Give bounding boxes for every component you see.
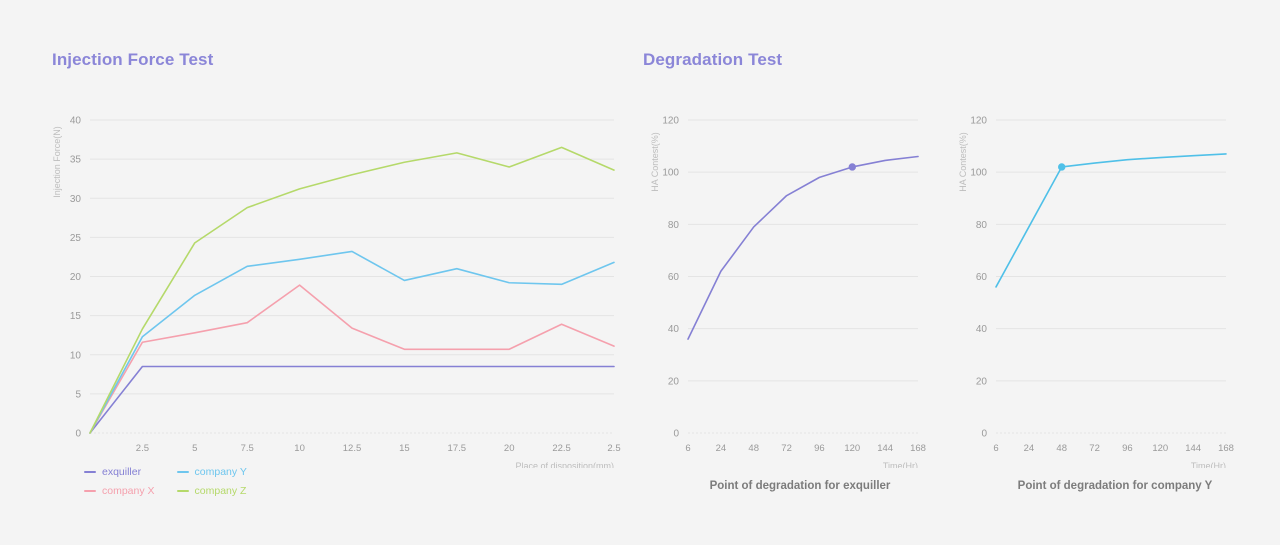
y-tick-label: 30 [70, 194, 82, 205]
panel-injection-force-test: Injection Force Test [52, 50, 213, 70]
x-tick-label: 20 [504, 443, 515, 454]
series-line-exquiller [89, 365, 615, 434]
caption-degradation-exquiller: Point of degradation for exquiller [709, 480, 891, 492]
y-tick-label: 100 [662, 168, 679, 179]
chart-injection-force-test: 0 5 10 15 20 25 30 35 40 Injection Force(N) 2.5 5 7.… [48, 108, 628, 469]
x-tick-label: 10 [294, 443, 305, 454]
y-tick-label: 120 [662, 116, 679, 127]
chart-canvas-degradation-company-y: 020406080100120HA Contest(%)6 24 48 72 96 120… [958, 116, 1234, 469]
legend-label-company-y: company Y [194, 466, 247, 478]
legend-item-exquiller[interactable]: exquiller [84, 466, 155, 478]
series-line-company-z [89, 146, 615, 434]
x-axis-title: Time(Hr) [1191, 461, 1226, 468]
x-tick-label: 144 [1185, 443, 1201, 454]
data-point-marker[interactable] [1058, 163, 1066, 171]
panel-title-injection-force-test: Injection Force Test [52, 50, 214, 69]
x-tick-label: 168 [1218, 443, 1234, 454]
x-tick-label: 2.5 [136, 443, 149, 454]
y-tick-label: 80 [976, 220, 988, 231]
y-tick-label: 35 [70, 155, 82, 166]
caption-degradation-company-y: Point of degradation for company Y [1017, 480, 1213, 492]
x-tick-label: 2.5 [607, 443, 620, 454]
y-tick-label: 20 [668, 376, 680, 387]
y-tick-label: 15 [70, 311, 82, 322]
panel-degradation-test: Degradation Test [643, 50, 782, 70]
x-tick-label: 5 [192, 443, 197, 454]
y-tick-label: 5 [75, 389, 81, 400]
x-tick-label: 12.5 [343, 443, 362, 454]
y-tick-label: 0 [75, 429, 81, 440]
legend-swatch-exquiller [84, 471, 96, 473]
y-tick-label: 40 [70, 116, 82, 127]
x-tick-label: 120 [844, 443, 860, 454]
legend-injection-force-test: exquiller company Y company X company Z [84, 466, 247, 497]
y-tick-label: 60 [668, 272, 680, 283]
x-tick-label: 120 [1152, 443, 1168, 454]
chart-canvas-injection-force: 0 5 10 15 20 25 30 35 40 Injection Force(N) 2.5 5 7.… [52, 116, 621, 469]
legend-item-company-x[interactable]: company X [84, 485, 155, 497]
y-tick-label: 100 [970, 168, 987, 179]
x-axis-title: Place of disposition(mm) [515, 461, 614, 468]
y-tick-label: 10 [70, 350, 82, 361]
x-tick-label: 96 [814, 443, 825, 454]
legend-item-company-z[interactable]: company Z [176, 485, 247, 497]
chart-degradation-exquiller: 0 20 40 60 80 100 120 HA Contest(%) 6 24 48 72 96 120… [640, 108, 940, 469]
panel-title-degradation-test: Degradation Test [643, 50, 783, 69]
x-tick-label: 24 [1024, 443, 1035, 454]
x-tick-label: 15 [399, 443, 410, 454]
chart-canvas-degradation-exquiller: 020406080100120HA Contest(%)6 24 48 72 96 120… [650, 116, 926, 469]
x-tick-label: 48 [1056, 443, 1067, 454]
y-axis-title: Injection Force(N) [52, 126, 62, 198]
x-tick-label: 72 [781, 443, 792, 454]
x-tick-label: 6 [685, 443, 690, 454]
y-tick-label: 20 [70, 272, 82, 283]
x-tick-label: 6 [993, 443, 998, 454]
y-tick-label: 0 [981, 429, 987, 440]
x-tick-label: 7.5 [241, 443, 254, 454]
data-point-marker[interactable] [848, 163, 856, 171]
series-line-company-x [89, 284, 615, 434]
y-tick-label: 0 [673, 429, 679, 440]
x-tick-label: 17.5 [448, 443, 467, 454]
series-line-company-y [89, 250, 615, 434]
y-tick-label: 120 [970, 116, 987, 127]
legend-swatch-company-z [176, 490, 189, 492]
y-tick-label: 60 [976, 272, 988, 283]
x-axis-title: Time(Hr) [883, 461, 918, 468]
x-tick-label: 96 [1122, 443, 1133, 454]
x-tick-label: 48 [748, 443, 759, 454]
x-tick-label: 144 [877, 443, 893, 454]
legend-item-company-y[interactable]: company Y [176, 466, 247, 478]
legend-label-exquiller: exquiller [102, 466, 142, 478]
y-tick-label: 20 [976, 376, 988, 387]
y-tick-label: 25 [70, 233, 82, 244]
legend-label-company-z: company Z [194, 485, 247, 497]
y-axis-title: HA Contest(%) [650, 132, 660, 192]
y-tick-label: 80 [668, 220, 680, 231]
legend-swatch-company-y [176, 471, 189, 473]
screenshot-root: Injection Force Test 0 5 10 15 20 25 30 35 40 Inj… [0, 0, 1280, 545]
legend-swatch-company-x [84, 490, 96, 492]
x-tick-label: 24 [716, 443, 727, 454]
x-tick-label: 22.5 [552, 443, 571, 454]
x-tick-label: 168 [910, 443, 926, 454]
chart-degradation-company-y: 0 20 40 60 80 100 120 HA Contest(%) 6 24 48 72 96 120… [948, 108, 1248, 469]
x-tick-label: 72 [1089, 443, 1100, 454]
legend-label-company-x: company X [102, 485, 155, 497]
series-line-exquiller [687, 155, 919, 340]
y-tick-label: 40 [668, 324, 680, 335]
y-axis-title: HA Contest(%) [958, 132, 968, 192]
y-tick-label: 40 [976, 324, 988, 335]
series-line-company-y [995, 153, 1227, 288]
